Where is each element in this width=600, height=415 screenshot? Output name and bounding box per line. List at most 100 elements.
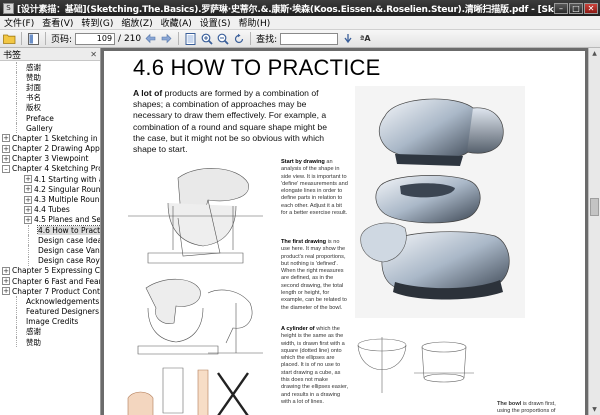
bookmark-item[interactable]: 感谢 bbox=[0, 62, 100, 73]
bookmark-label: Chapter 6 Fast and Fearle bbox=[12, 276, 100, 286]
bookmark-item[interactable]: 书名 bbox=[0, 92, 100, 103]
expand-icon[interactable]: + bbox=[2, 144, 10, 153]
zoom-in-icon[interactable] bbox=[200, 32, 213, 45]
bookmark-label: Gallery bbox=[26, 123, 53, 133]
expand-icon[interactable]: + bbox=[2, 134, 10, 143]
expand-icon[interactable]: + bbox=[24, 195, 32, 204]
search-next-icon[interactable] bbox=[341, 32, 354, 45]
bookmark-item[interactable]: +4.5 Planes and Section bbox=[0, 215, 100, 225]
bookmark-item[interactable]: + Chapter 3 Viewpoint bbox=[0, 154, 100, 164]
menu-settings[interactable]: 设置(S) bbox=[196, 16, 235, 29]
bookmark-label: 赞助 bbox=[26, 337, 41, 347]
expand-icon[interactable]: + bbox=[2, 287, 10, 296]
col3-text: which the height is the same as the widt… bbox=[281, 326, 349, 405]
search-label: 查找: bbox=[256, 35, 278, 45]
bookmark-item[interactable]: Design case Idea Dao bbox=[0, 235, 100, 246]
bookmark-item[interactable]: +4.3 Multiple Rounding bbox=[0, 194, 100, 204]
caption-bold: The bowl bbox=[497, 401, 522, 407]
rotate-icon[interactable] bbox=[232, 32, 245, 45]
bookmark-label: 感谢 bbox=[26, 62, 41, 72]
intro-paragraph: A lot of products are formed by a combin… bbox=[133, 88, 333, 155]
bookmark-item[interactable]: +4.1 Starting with a Blo bbox=[0, 174, 100, 184]
expand-icon[interactable]: + bbox=[24, 205, 32, 214]
page-heading: 4.6 HOW TO PRACTICE bbox=[133, 55, 381, 80]
minimize-button[interactable]: – bbox=[554, 2, 568, 14]
open-folder-icon[interactable] bbox=[3, 32, 16, 45]
forward-arrow-icon[interactable] bbox=[160, 32, 173, 45]
menu-favorites[interactable]: 收藏(A) bbox=[157, 16, 196, 29]
bookmark-label: 赞助 bbox=[26, 72, 41, 82]
zoom-out-icon[interactable] bbox=[216, 32, 229, 45]
bookmark-item[interactable]: 版权 bbox=[0, 102, 100, 113]
window-title: [设计素描：基础](Sketching.The.Basics).罗萨琳·史蒂尔.… bbox=[17, 4, 554, 15]
bookmark-item[interactable]: 感谢 bbox=[0, 326, 100, 337]
tree-guide-line bbox=[28, 255, 36, 266]
tree-guide-line bbox=[16, 92, 24, 103]
bookmark-item[interactable]: Preface bbox=[0, 113, 100, 124]
expand-icon[interactable]: + bbox=[2, 266, 10, 275]
expand-icon[interactable]: + bbox=[2, 277, 10, 286]
bookmark-item[interactable]: Featured Designers bbox=[0, 306, 100, 317]
menu-view[interactable]: 查看(V) bbox=[38, 16, 77, 29]
match-case-icon[interactable]: ªA bbox=[357, 32, 373, 45]
col2-bold: The first drawing bbox=[281, 239, 327, 245]
bookmark-item[interactable]: 封面 bbox=[0, 82, 100, 93]
bookmark-item[interactable]: + Chapter 7 Product Contex bbox=[0, 286, 100, 296]
bookmark-item[interactable]: +4.2 Singular Rounding bbox=[0, 184, 100, 194]
scroll-up-icon[interactable]: ▲ bbox=[589, 48, 600, 59]
menu-file[interactable]: 文件(F) bbox=[0, 16, 38, 29]
bookmark-item[interactable]: +4.4 Tubes bbox=[0, 205, 100, 215]
bookmark-label: Featured Designers bbox=[26, 307, 99, 317]
tree-guide-line bbox=[16, 296, 24, 307]
bookmark-item[interactable]: Gallery bbox=[0, 123, 100, 134]
sidebar-close-icon[interactable]: ✕ bbox=[90, 50, 97, 59]
col1-text: an analysis of the shape in side view. I… bbox=[281, 159, 348, 217]
bookmark-label: Chapter 3 Viewpoint bbox=[12, 154, 89, 164]
bookmark-label: Image Credits bbox=[26, 317, 79, 327]
bookmarks-panel-icon[interactable] bbox=[27, 32, 40, 45]
scroll-thumb[interactable] bbox=[590, 198, 599, 216]
text-column-2: The first drawing is no use here. It may… bbox=[281, 239, 349, 312]
pdf-page: 4.6 HOW TO PRACTICE A lot of products ar… bbox=[104, 51, 585, 415]
bookmark-label: Chapter 4 Sketching Progr bbox=[12, 164, 100, 174]
search-input[interactable] bbox=[280, 32, 339, 45]
bookmark-item[interactable]: –Chapter 4 Sketching Progr bbox=[0, 164, 100, 174]
bookmark-item[interactable]: +Chapter 2 Drawing Approx bbox=[0, 144, 100, 154]
collapse-icon[interactable]: – bbox=[2, 164, 10, 173]
tree-guide-line bbox=[28, 235, 36, 246]
fit-page-icon[interactable] bbox=[184, 32, 197, 45]
close-button[interactable]: ✕ bbox=[584, 2, 598, 14]
tree-guide-line bbox=[16, 306, 24, 317]
bookmark-item[interactable]: 赞助 bbox=[0, 72, 100, 83]
back-arrow-icon[interactable] bbox=[144, 32, 157, 45]
vertical-scrollbar[interactable]: ▲ ▼ bbox=[588, 48, 600, 415]
bookmark-label: Chapter 5 Expressing Colo bbox=[12, 266, 100, 276]
bookmark-item[interactable]: +Chapter 1 Sketching in De bbox=[0, 133, 100, 143]
bookmark-item[interactable]: +Chapter 5 Expressing Colo bbox=[0, 266, 100, 276]
tree-guide-line bbox=[16, 316, 24, 327]
expand-icon[interactable]: + bbox=[24, 175, 32, 184]
bookmark-item[interactable]: Design case Van der V bbox=[0, 245, 100, 256]
col1-bold: Start by drawing bbox=[281, 159, 325, 165]
tree-guide-line bbox=[16, 113, 24, 124]
bookmark-item[interactable]: Design case Roy Gilsin bbox=[0, 255, 100, 266]
bookmark-item[interactable]: 4.6 How to Practice bbox=[0, 225, 100, 236]
maximize-button[interactable]: □ bbox=[569, 2, 583, 14]
page-number-input[interactable] bbox=[75, 32, 116, 45]
bowl-sketches bbox=[357, 337, 474, 393]
menu-zoom[interactable]: 缩放(Z) bbox=[117, 16, 156, 29]
bookmark-item[interactable]: Acknowledgements bbox=[0, 296, 100, 307]
bookmark-item[interactable]: 赞助 bbox=[0, 337, 100, 348]
expand-icon[interactable]: + bbox=[24, 215, 32, 224]
expand-icon[interactable]: + bbox=[24, 185, 32, 194]
tree-guide-line bbox=[16, 326, 24, 337]
scroll-down-icon[interactable]: ▼ bbox=[589, 404, 600, 415]
tree-guide-line bbox=[16, 123, 24, 134]
bookmark-label: Chapter 1 Sketching in De bbox=[12, 133, 100, 143]
menu-help[interactable]: 帮助(H) bbox=[235, 16, 275, 29]
bookmark-item[interactable]: Image Credits bbox=[0, 316, 100, 327]
bookmark-item[interactable]: + Chapter 6 Fast and Fearle bbox=[0, 276, 100, 286]
menu-goto[interactable]: 转到(G) bbox=[77, 16, 117, 29]
bookmark-label: Design case Roy Gilsin bbox=[38, 256, 100, 266]
expand-icon[interactable]: + bbox=[2, 154, 10, 163]
